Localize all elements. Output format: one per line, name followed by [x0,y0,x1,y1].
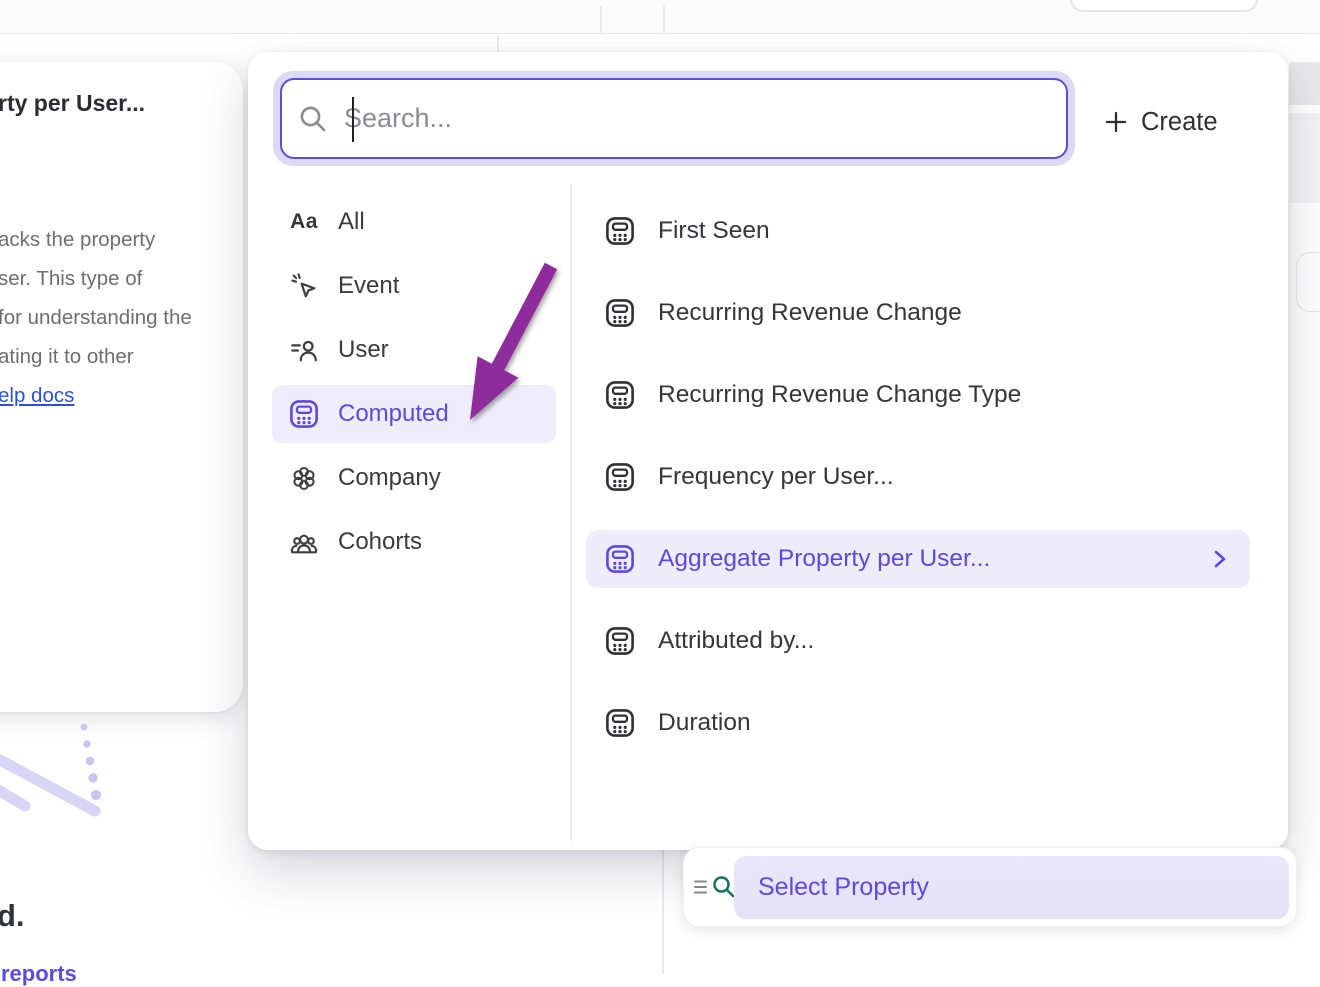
tooltip-body: acks the property ser. This type of for … [0,220,192,415]
calculator-icon [604,215,636,247]
calculator-icon [604,379,636,411]
background-partial-button [1070,0,1258,12]
background-column-divider [600,6,602,33]
tooltip-title: rty per User... [0,90,145,117]
tooltip-body-line: acks the property [0,220,192,259]
search-input[interactable] [328,102,1066,135]
calculator-icon [604,707,636,739]
picker-column-divider [570,185,572,841]
background-panel-edge [1289,113,1320,203]
background-column-divider [663,6,665,33]
calculator-icon [604,625,636,657]
property-description-tooltip: rty per User... acks the property ser. T… [0,62,243,712]
property-item-attributed-by[interactable]: Attributed by... [586,612,1250,670]
cohorts-people-icon [288,526,320,558]
property-item-frequency-per-user[interactable]: Frequency per User... [586,448,1250,506]
property-item-first-seen[interactable]: First Seen [586,202,1250,260]
property-item-label: Recurring Revenue Change Type [658,381,1021,409]
property-item-label: Frequency per User... [658,463,894,491]
sidebar-item-event[interactable]: Event [272,257,556,315]
background-column-divider [662,849,664,974]
decorative-lines [0,748,108,828]
sidebar-item-user[interactable]: User [272,321,556,379]
calculator-icon [604,543,636,575]
calculator-icon [604,461,636,493]
calculator-icon [288,398,320,430]
background-column-divider [497,35,499,52]
search-field-glow [273,71,1075,166]
create-button-label: Create [1141,108,1218,137]
property-selector-bar: Select Property [683,847,1297,927]
sidebar-item-label: Cohorts [338,528,422,556]
plus-icon [1104,110,1128,134]
tooltip-body-line: ser. This type of [0,259,192,298]
tooltip-body-line: ating it to other [0,337,192,376]
select-property-label: Select Property [734,873,929,902]
sidebar-item-all[interactable]: Aa All [272,193,556,251]
search-icon [298,104,328,134]
property-item-aggregate-property-per-user[interactable]: Aggregate Property per User... [586,530,1250,588]
sidebar-item-label: Company [338,464,441,492]
background-panel-edge [1289,62,1320,105]
create-button[interactable]: Create [1104,98,1218,146]
background-link-fragment[interactable]: reports [1,961,77,987]
select-property-button[interactable]: Select Property [734,856,1289,919]
chevron-right-icon [1212,548,1228,570]
background-heading-fragment: d. [0,898,25,934]
property-item-label: Attributed by... [658,627,814,655]
user-icon [288,334,320,366]
property-item-label: Duration [658,709,751,737]
sidebar-item-label: All [338,208,365,236]
property-item-duration[interactable]: Duration [586,694,1250,752]
background-card-edge [1296,252,1320,312]
help-docs-link[interactable]: elp docs [0,384,74,407]
property-item-label: First Seen [658,217,770,245]
sidebar-item-cohorts[interactable]: Cohorts [272,513,556,571]
tooltip-body-line: for understanding the [0,298,192,337]
property-item-recurring-revenue-change[interactable]: Recurring Revenue Change [586,284,1250,342]
text-caret [352,97,354,142]
sidebar-item-label: Computed [338,400,449,428]
property-item-recurring-revenue-change-type[interactable]: Recurring Revenue Change Type [586,366,1250,424]
property-picker-modal: Create Aa All Event User [248,52,1288,850]
sidebar-item-company[interactable]: Company [272,449,556,507]
property-item-label: Recurring Revenue Change [658,299,962,327]
event-cursor-icon [288,270,320,302]
property-item-label: Aggregate Property per User... [658,545,990,573]
calculator-icon [604,297,636,329]
sidebar-item-label: Event [338,272,399,300]
sidebar-item-label: User [338,336,389,364]
sidebar-item-computed[interactable]: Computed [272,385,556,443]
text-format-icon: Aa [288,206,320,238]
search-field[interactable] [280,78,1068,159]
company-cluster-icon [288,462,320,494]
drag-handle-icon[interactable] [693,878,709,896]
